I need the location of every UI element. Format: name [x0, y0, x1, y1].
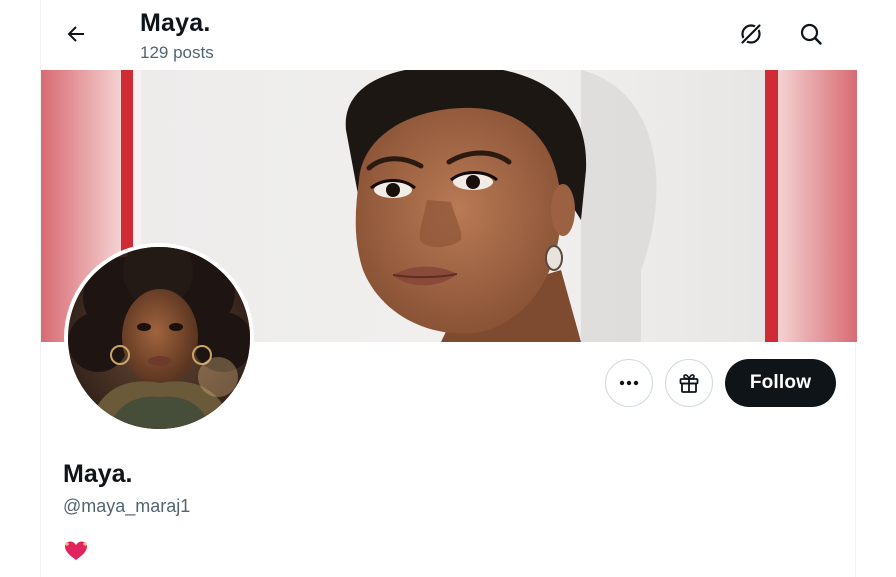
gift-button[interactable] — [665, 359, 713, 407]
back-button[interactable] — [58, 16, 94, 52]
arrow-left-icon — [67, 26, 84, 42]
search-button[interactable] — [793, 16, 829, 52]
grok-icon — [740, 23, 762, 45]
posts-count: 129 posts — [140, 43, 214, 62]
avatar[interactable] — [64, 243, 254, 433]
profile-page: Maya. 129 posts Follow Maya. @maya_maraj… — [0, 0, 896, 577]
bio — [63, 539, 89, 563]
more-horizontal-icon — [619, 380, 639, 386]
grok-button[interactable] — [733, 16, 769, 52]
display-name: Maya. — [63, 460, 133, 488]
header-title-block: Maya. 129 posts — [140, 8, 214, 64]
gift-icon — [679, 374, 699, 393]
follow-button[interactable]: Follow — [725, 359, 836, 407]
profile-column: Maya. 129 posts Follow Maya. @maya_maraj… — [40, 0, 857, 577]
heart-with-ribbon-icon — [65, 541, 87, 560]
handle: @maya_maraj1 — [63, 496, 191, 516]
more-options-button[interactable] — [605, 359, 653, 407]
profile-header: Maya. 129 posts — [41, 0, 857, 70]
search-icon — [800, 23, 822, 45]
avatar-photo — [68, 247, 250, 429]
page-title: Maya. — [140, 9, 211, 37]
